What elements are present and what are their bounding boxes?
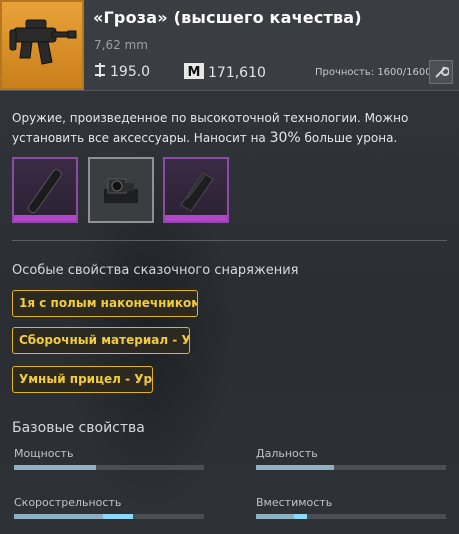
stat-fire-rate-fill: [14, 514, 103, 519]
divider: [12, 240, 447, 241]
special-properties-title: Особые свойства сказочного снаряжения: [12, 263, 299, 278]
repair-button[interactable]: [429, 60, 453, 84]
accessory-slot-magazine[interactable]: [163, 157, 229, 223]
accessory-slot-silencer[interactable]: [12, 157, 78, 223]
stat-capacity-bonus: [294, 514, 307, 519]
stat-capacity-label: Вместимость: [256, 496, 333, 509]
rarity-bar: [165, 215, 227, 221]
magazine-icon: [180, 172, 214, 212]
item-title: «Гроза» (высшего качества): [93, 8, 362, 27]
wrench-icon: [435, 66, 449, 78]
durability-text: Прочность: 1600/1600: [315, 67, 432, 78]
stat-range-fill: [256, 465, 334, 470]
rifle-icon: [9, 19, 77, 65]
rarity-bar: [14, 215, 76, 221]
silencer-icon: [27, 169, 62, 213]
price-stat: M 171,610: [184, 63, 266, 83]
item-detail-panel: «Гроза» (высшего качества) 7,62 mm 195.0…: [0, 0, 459, 534]
stat-fire-rate-label: Скорострельность: [14, 496, 122, 509]
weight-value: 195.0: [110, 64, 151, 80]
stat-power-label: Мощность: [14, 447, 74, 460]
item-description: Оружие, произведенное по высокоточной те…: [12, 111, 409, 146]
stat-power-fill: [14, 465, 96, 470]
base-properties-title: Базовые свойства: [12, 420, 145, 436]
perk-assembly-material[interactable]: Сборочный материал - Ур. 2: [12, 327, 190, 354]
weight-icon: [94, 63, 106, 81]
damage-bonus-value: 30%: [269, 130, 301, 146]
item-caliber: 7,62 mm: [94, 38, 148, 52]
weight-stat: 195.0: [94, 63, 150, 81]
stat-capacity-bar: [256, 514, 446, 519]
stat-power-bar: [14, 465, 204, 470]
red-dot-sight-icon: [104, 178, 138, 203]
perk-smart-scope[interactable]: Умный прицел - Ур. 1: [12, 366, 153, 393]
item-header: «Гроза» (высшего качества) 7,62 mm 195.0…: [0, 0, 459, 91]
price-value: 171,610: [208, 65, 266, 81]
stat-fire-rate-bar: [14, 514, 204, 519]
stat-range-bar: [256, 465, 446, 470]
weapon-thumbnail: [0, 0, 84, 90]
perk-hollow-point[interactable]: 1я с полым наконечником - У: [12, 290, 198, 317]
svg-text:M: M: [188, 65, 201, 79]
accessory-slot-sight[interactable]: [88, 157, 154, 223]
stat-range-label: Дальность: [256, 447, 318, 460]
stat-capacity-fill: [256, 514, 294, 519]
stat-fire-rate-bonus: [103, 514, 133, 519]
money-icon: M: [184, 63, 204, 83]
